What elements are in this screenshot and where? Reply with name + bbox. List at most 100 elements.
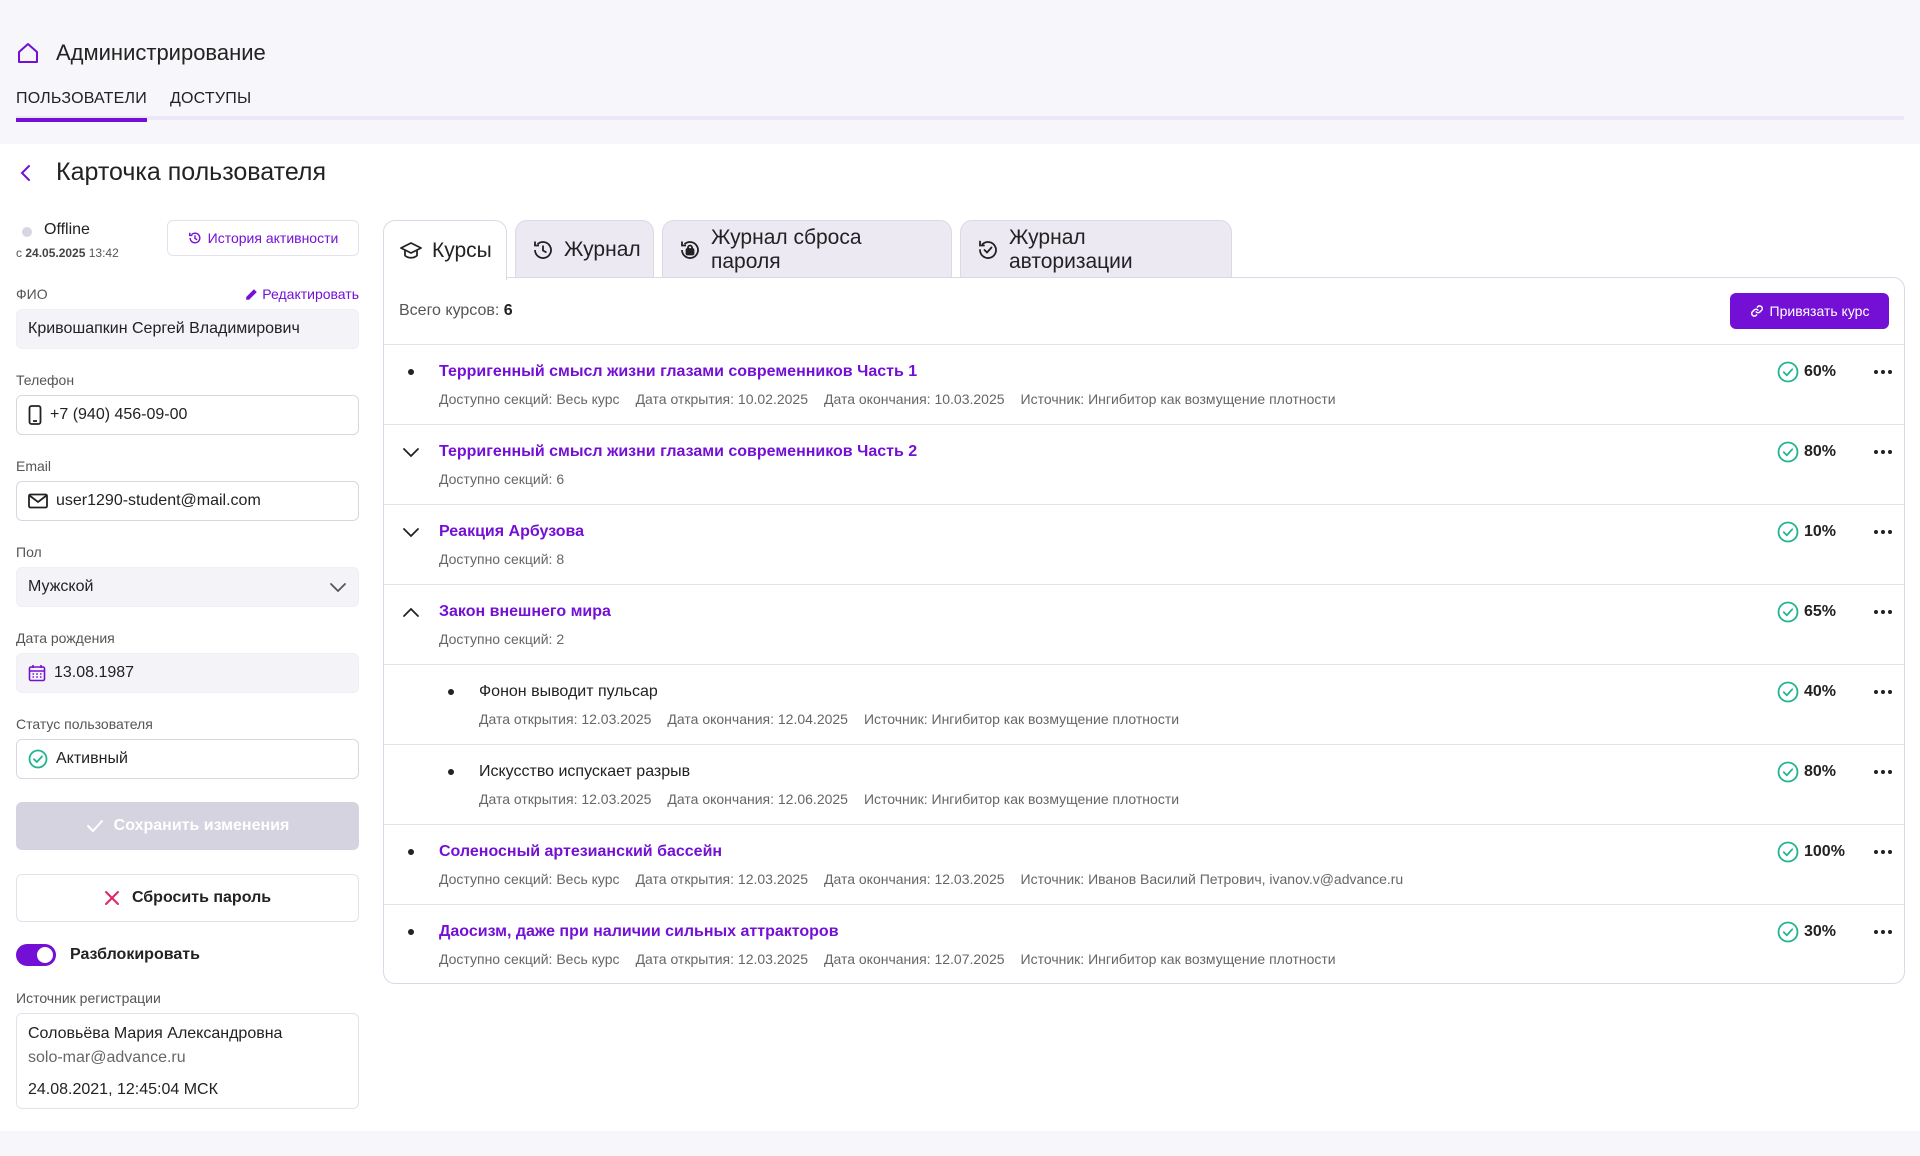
course-meta-item: Дата окончания: 12.03.2025 — [823, 871, 1005, 887]
tab-users[interactable]: Пользователи — [16, 90, 147, 122]
tab-auth-log-label: Журнал авторизации — [1009, 225, 1133, 273]
status-since-date: 24.05.2025 — [25, 246, 86, 260]
course-title: Фонон выводит пульсар — [479, 683, 658, 700]
more-actions-icon[interactable] — [1870, 685, 1896, 699]
check-circle-icon — [1777, 521, 1799, 543]
course-meta: Доступно секций: Весь курс Дата открытия:… — [439, 391, 1352, 407]
field-user-status: Статус пользователя Активный — [16, 716, 359, 779]
course-list: Терригенный смысл жизни глазами современ… — [384, 345, 1904, 985]
course-meta-item: Доступно секций: 2 — [439, 631, 565, 647]
field-fio: ФИО Редактировать Кривошапкин Сергей Вла… — [16, 286, 359, 349]
phone-label: Телефон — [16, 372, 75, 388]
course-title[interactable]: Терригенный смысл жизни глазами современ… — [439, 443, 917, 461]
pencil-icon — [245, 288, 258, 301]
status-since: с 24.05.2025 13:42 — [16, 246, 119, 260]
admin-nav-tabs: Пользователи Доступы — [16, 88, 1904, 122]
more-actions-icon[interactable] — [1870, 365, 1896, 379]
app-title-bar: Администрирование — [16, 40, 266, 66]
course-meta-item: Дата открытия: 10.02.2025 — [635, 391, 808, 407]
bullet-dot — [408, 849, 414, 855]
course-title[interactable]: Даосизм, даже при наличии сильных аттрак… — [439, 923, 839, 941]
page-header: Карточка пользователя — [16, 158, 326, 187]
main-area: Карточка пользователя Offline с 24.05.20… — [0, 144, 1920, 1131]
course-title[interactable]: Соленосный артезианский бассейн — [439, 843, 722, 861]
status-since-prefix: с — [16, 246, 22, 260]
edit-link[interactable]: Редактировать — [245, 286, 359, 302]
course-progress: 100% — [1777, 841, 1845, 863]
course-progress-value: 30% — [1804, 923, 1837, 940]
unblock-toggle[interactable] — [16, 944, 56, 966]
more-actions-icon[interactable] — [1870, 925, 1896, 939]
more-actions-icon[interactable] — [1870, 525, 1896, 539]
calendar-icon — [28, 664, 46, 682]
graduation-cap-icon — [400, 241, 422, 261]
tab-journal[interactable]: Журнал — [515, 220, 654, 278]
email-label: Email — [16, 458, 52, 474]
more-actions-icon[interactable] — [1870, 445, 1896, 459]
more-actions-icon[interactable] — [1870, 765, 1896, 779]
tab-password-reset-log[interactable]: Журнал сброса пароля — [662, 220, 952, 278]
reset-password-button[interactable]: Сбросить пароль — [16, 874, 359, 922]
chevron-down-icon — [329, 581, 347, 593]
bullet-marker — [440, 681, 462, 703]
course-meta: Дата открытия: 12.03.2025 Дата окончания:… — [479, 791, 1195, 807]
bullet-marker — [440, 761, 462, 783]
fio-value: Кривошапкин Сергей Владимирович — [28, 320, 300, 337]
history-icon — [188, 231, 202, 245]
course-meta-item: Дата окончания: 10.03.2025 — [823, 391, 1005, 407]
tab-access[interactable]: Доступы — [170, 90, 251, 108]
bullet-marker — [400, 841, 422, 863]
phone-input[interactable]: +7 (940) 456-09-00 — [16, 395, 359, 435]
courses-toolbar: Всего курсов: 6 Привязать курс — [384, 278, 1904, 345]
user-status-value: Активный — [56, 750, 128, 767]
expand-chevron-down-icon[interactable] — [400, 521, 422, 543]
tab-auth-log[interactable]: Журнал авторизации — [960, 220, 1232, 278]
close-icon — [104, 890, 120, 906]
course-progress: 65% — [1777, 601, 1836, 623]
registration-source: Источник регистрации Соловьёва Мария Але… — [16, 990, 359, 1109]
course-meta: Доступно секций: 8 — [439, 551, 580, 567]
course-title[interactable]: Терригенный смысл жизни глазами современ… — [439, 363, 917, 381]
auth-history-icon — [977, 239, 999, 261]
phone-value: +7 (940) 456-09-00 — [50, 406, 188, 423]
course-meta: Дата открытия: 12.03.2025 Дата окончания:… — [479, 711, 1195, 727]
tab-courses-label: Курсы — [432, 238, 492, 262]
home-icon[interactable] — [16, 41, 40, 65]
registration-source-email: solo-mar@advance.ru — [28, 1049, 186, 1066]
email-input[interactable]: user1290-student@mail.com — [16, 481, 359, 521]
course-progress-value: 65% — [1804, 603, 1837, 620]
tab-journal-label: Журнал — [564, 237, 641, 261]
more-actions-icon[interactable] — [1870, 605, 1896, 619]
course-progress: 80% — [1777, 441, 1836, 463]
page-title: Карточка пользователя — [56, 158, 327, 186]
fio-input[interactable]: Кривошапкин Сергей Владимирович — [16, 309, 359, 349]
save-changes-label: Сохранить изменения — [113, 817, 290, 834]
gender-select[interactable]: Мужской — [16, 567, 359, 607]
course-meta-item: Дата окончания: 12.07.2025 — [823, 951, 1005, 967]
course-row: Даосизм, даже при наличии сильных аттрак… — [384, 905, 1904, 985]
course-meta: Доступно секций: 2 — [439, 631, 580, 647]
user-status-label: Статус пользователя — [16, 716, 153, 732]
field-email: Email user1290-student@mail.com — [16, 458, 359, 521]
activity-history-button[interactable]: История активности — [167, 220, 359, 256]
user-status-select[interactable]: Активный — [16, 739, 359, 779]
expand-chevron-down-icon[interactable] — [400, 441, 422, 463]
save-changes-button[interactable]: Сохранить изменения — [16, 802, 359, 850]
back-arrow-icon[interactable] — [16, 163, 36, 183]
link-icon — [1750, 304, 1764, 318]
gender-value: Мужской — [28, 578, 94, 595]
course-meta-item: Дата окончания: 12.06.2025 — [667, 791, 848, 807]
course-title[interactable]: Реакция Арбузова — [439, 523, 584, 541]
course-child-row: Искусство испускает разрыв Дата открытия:… — [384, 745, 1904, 825]
birth-date-input[interactable]: 13.08.1987 — [16, 653, 359, 693]
course-title[interactable]: Закон внешнего мира — [439, 603, 611, 621]
check-circle-icon — [1777, 601, 1799, 623]
course-meta-item: Источник: Ингибитор как возмущение плотн… — [863, 791, 1180, 807]
reset-password-label: Сбросить пароль — [131, 889, 272, 906]
field-gender: Пол Мужской — [16, 544, 359, 607]
tab-courses[interactable]: Курсы — [383, 220, 507, 280]
bind-course-button[interactable]: Привязать курс — [1730, 293, 1889, 329]
more-actions-icon[interactable] — [1870, 845, 1896, 859]
registration-source-name: Соловьёва Мария Александровна — [28, 1025, 283, 1042]
collapse-chevron-up-icon[interactable] — [400, 601, 422, 623]
